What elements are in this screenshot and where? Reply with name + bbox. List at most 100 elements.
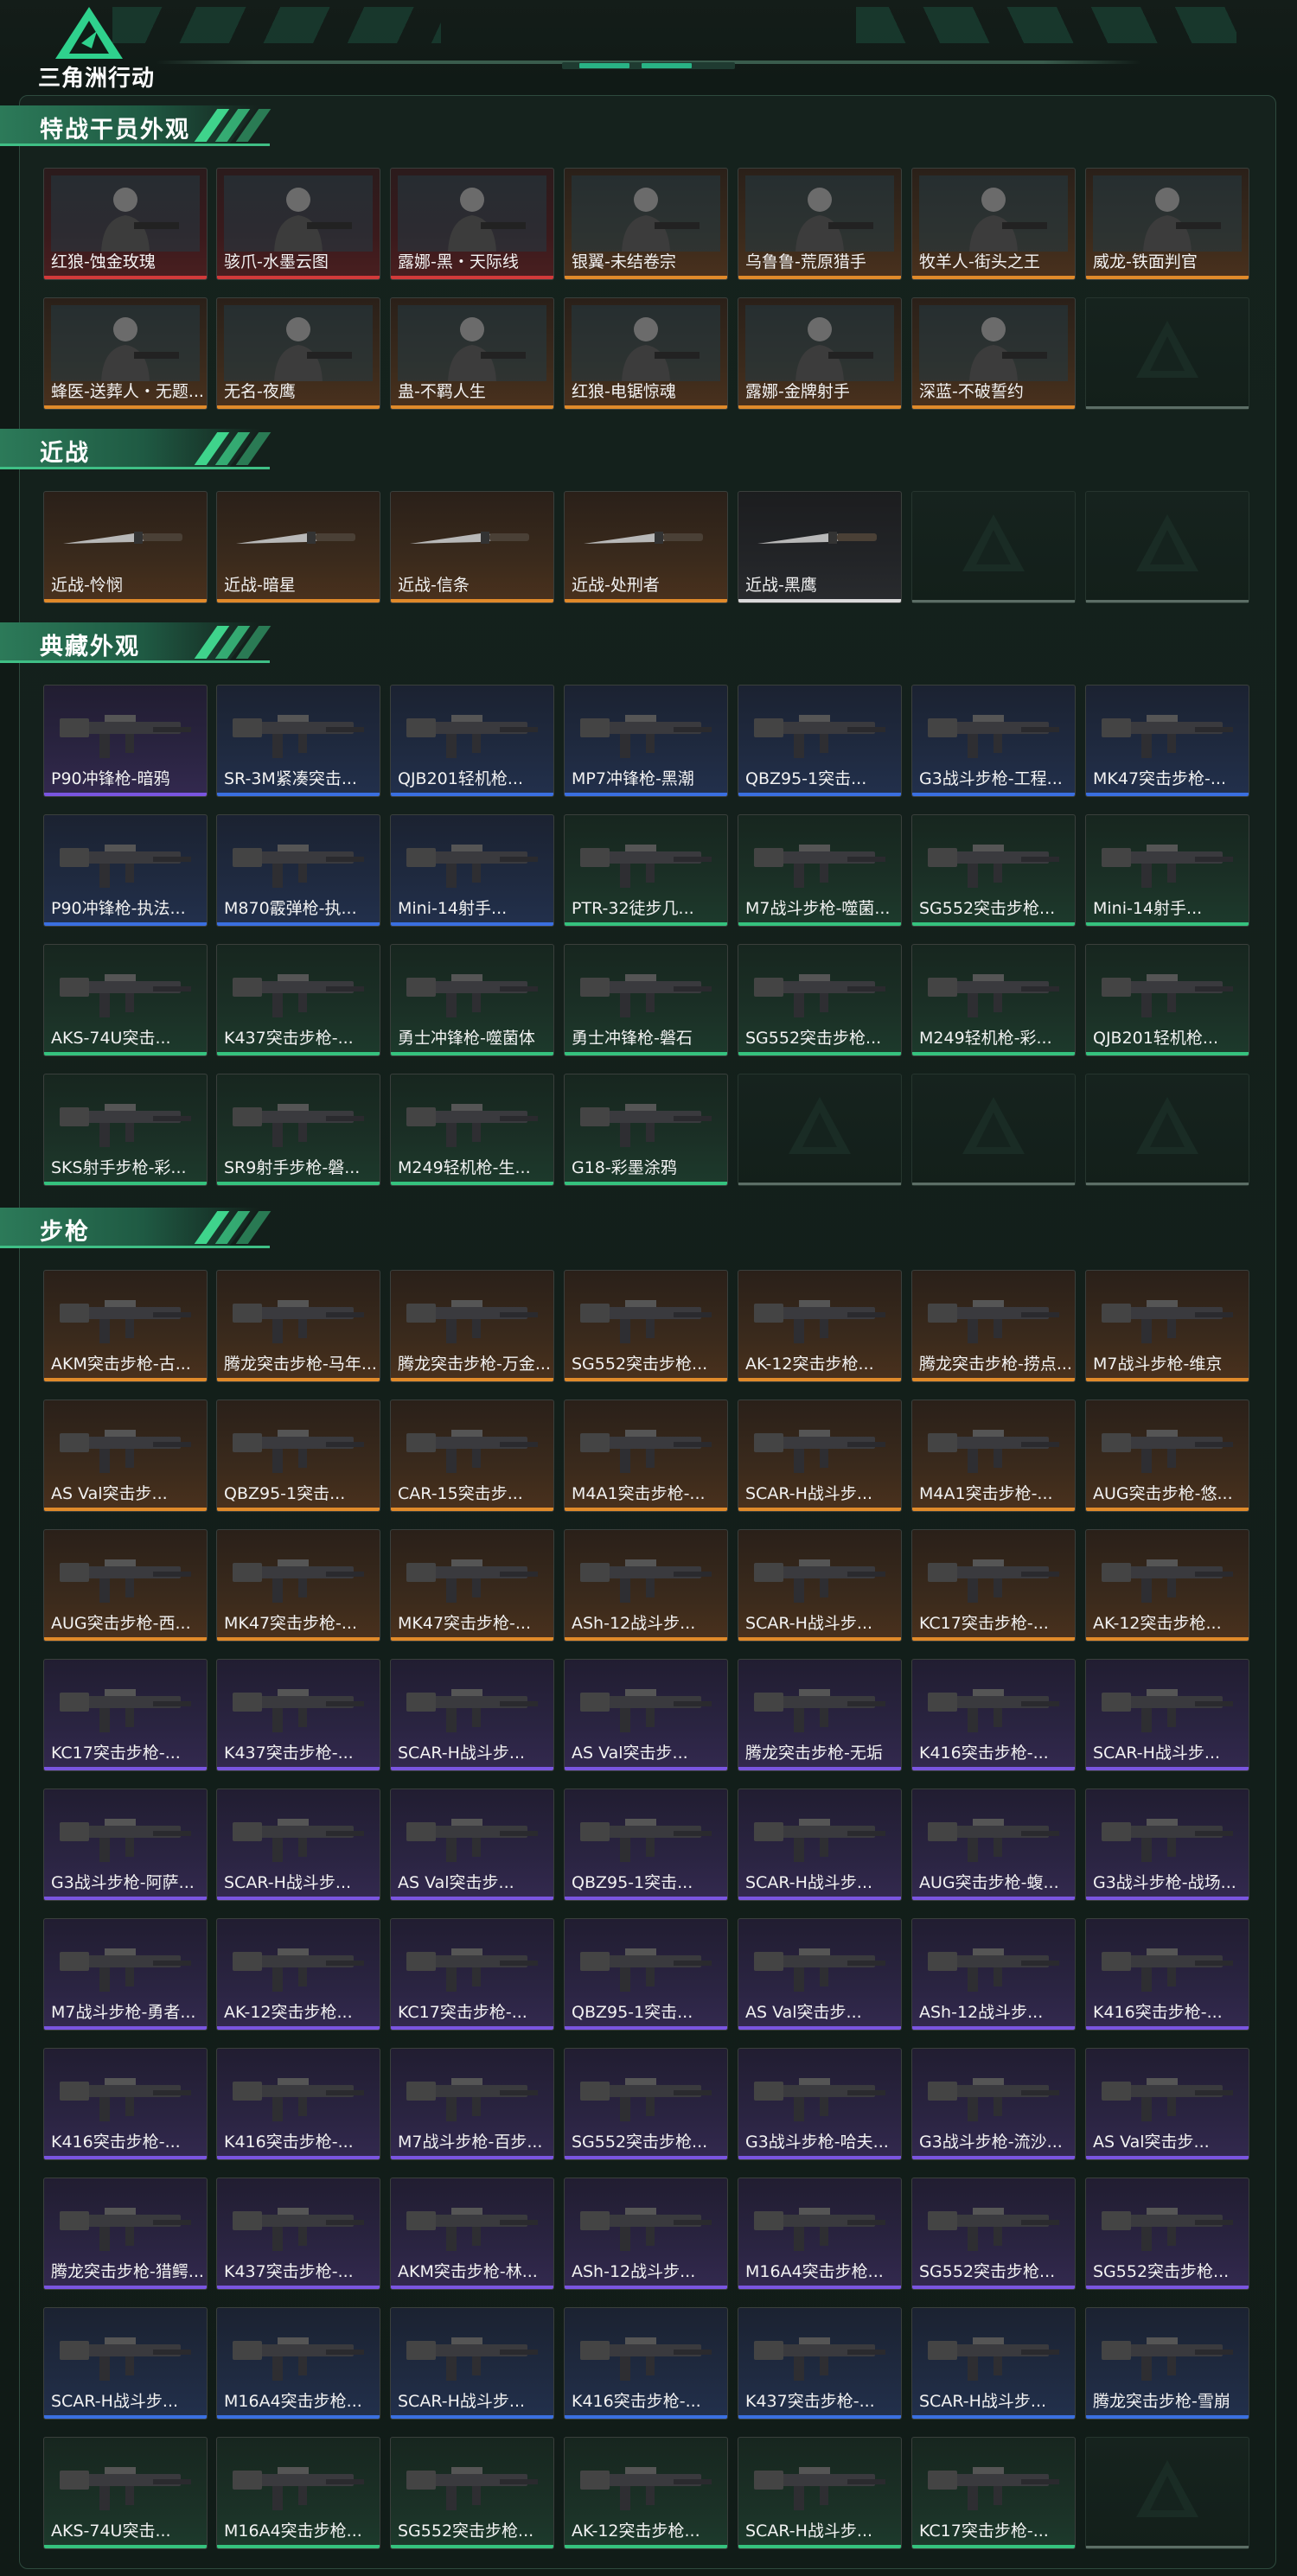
item-card[interactable]: M249轻机枪-生...: [390, 1074, 554, 1186]
item-card[interactable]: QBZ95-1突击...: [216, 1400, 380, 1512]
item-card[interactable]: AK-12突击步枪...: [738, 1270, 902, 1382]
item-card[interactable]: SG552突击步枪...: [564, 2048, 728, 2160]
item-card[interactable]: SG552突击步枪...: [1085, 2177, 1249, 2290]
item-card[interactable]: SCAR-H战斗步...: [911, 2307, 1076, 2420]
item-card[interactable]: AUG突击步枪-西...: [43, 1529, 208, 1642]
item-card[interactable]: 牧羊人-街头之王: [911, 168, 1076, 280]
item-card[interactable]: AK-12突击步枪...: [216, 1918, 380, 2031]
item-card[interactable]: 红狼-电锯惊魂: [564, 297, 728, 410]
item-card[interactable]: SG552突击步枪...: [911, 2177, 1076, 2290]
item-card[interactable]: 深蓝-不破誓约: [911, 297, 1076, 410]
item-card[interactable]: P90冲锋枪-暗鸦: [43, 685, 208, 797]
item-card[interactable]: G3战斗步枪-流沙...: [911, 2048, 1076, 2160]
item-card[interactable]: K437突击步枪-...: [216, 944, 380, 1056]
item-card[interactable]: SCAR-H战斗步...: [390, 2307, 554, 2420]
item-card[interactable]: QBZ95-1突击...: [738, 685, 902, 797]
item-card[interactable]: SG552突击步枪...: [738, 944, 902, 1056]
item-card[interactable]: QBZ95-1突击...: [564, 1918, 728, 2031]
item-card[interactable]: M870霰弹枪-执...: [216, 814, 380, 927]
item-card[interactable]: MK47突击步枪-...: [1085, 685, 1249, 797]
item-card[interactable]: AS Val突击步...: [390, 1789, 554, 1901]
item-card[interactable]: KC17突击步枪-...: [43, 1659, 208, 1771]
item-card[interactable]: SCAR-H战斗步...: [43, 2307, 208, 2420]
item-card[interactable]: 红狼-蚀金玫瑰: [43, 168, 208, 280]
item-card[interactable]: G18-彩墨涂鸦: [564, 1074, 728, 1186]
item-card[interactable]: 银翼-未结卷宗: [564, 168, 728, 280]
item-card[interactable]: M16A4突击步枪...: [738, 2177, 902, 2290]
item-card[interactable]: AK-12突击步枪...: [1085, 1529, 1249, 1642]
item-card[interactable]: Mini-14射手...: [390, 814, 554, 927]
item-card[interactable]: AUG突击步枪-蝮...: [911, 1789, 1076, 1901]
item-card[interactable]: SCAR-H战斗步...: [390, 1659, 554, 1771]
item-card[interactable]: M4A1突击步枪-...: [564, 1400, 728, 1512]
item-card[interactable]: AKM突击步枪-古...: [43, 1270, 208, 1382]
item-card[interactable]: AKS-74U突击...: [43, 2437, 208, 2549]
item-card[interactable]: 露娜-黑・天际线: [390, 168, 554, 280]
item-card[interactable]: AS Val突击步...: [1085, 2048, 1249, 2160]
item-card[interactable]: SG552突击步枪...: [911, 814, 1076, 927]
item-card[interactable]: 近战-暗星: [216, 491, 380, 603]
item-card[interactable]: G3战斗步枪-阿萨...: [43, 1789, 208, 1901]
item-card[interactable]: 腾龙突击步枪-捞点...: [911, 1270, 1076, 1382]
item-card[interactable]: SKS射手步枪-彩...: [43, 1074, 208, 1186]
item-card[interactable]: MK47突击步枪-...: [216, 1529, 380, 1642]
item-card[interactable]: SCAR-H战斗步...: [738, 1789, 902, 1901]
item-card[interactable]: M7战斗步枪-噬菌...: [738, 814, 902, 927]
item-card[interactable]: M249轻机枪-彩...: [911, 944, 1076, 1056]
item-card[interactable]: M7战斗步枪-勇者...: [43, 1918, 208, 2031]
item-card[interactable]: M7战斗步枪-维京: [1085, 1270, 1249, 1382]
item-card[interactable]: K416突击步枪-...: [564, 2307, 728, 2420]
item-card[interactable]: QBZ95-1突击...: [564, 1789, 728, 1901]
item-card[interactable]: 露娜-金牌射手: [738, 297, 902, 410]
item-card[interactable]: 腾龙突击步枪-猎鳄...: [43, 2177, 208, 2290]
item-card[interactable]: M16A4突击步枪...: [216, 2437, 380, 2549]
item-card[interactable]: PTR-32徒步几...: [564, 814, 728, 927]
item-card[interactable]: SCAR-H战斗步...: [738, 1400, 902, 1512]
item-card[interactable]: SCAR-H战斗步...: [738, 1529, 902, 1642]
item-card[interactable]: AKM突击步枪-林...: [390, 2177, 554, 2290]
item-card[interactable]: AK-12突击步枪...: [564, 2437, 728, 2549]
item-card[interactable]: M16A4突击步枪...: [216, 2307, 380, 2420]
item-card[interactable]: G3战斗步枪-战场...: [1085, 1789, 1249, 1901]
item-card[interactable]: AS Val突击步...: [43, 1400, 208, 1512]
item-card[interactable]: AKS-74U突击...: [43, 944, 208, 1056]
item-card[interactable]: K437突击步枪-...: [216, 1659, 380, 1771]
item-card[interactable]: ASh-12战斗步...: [564, 2177, 728, 2290]
item-card[interactable]: SG552突击步枪...: [564, 1270, 728, 1382]
item-card[interactable]: 近战-怜悯: [43, 491, 208, 603]
item-card[interactable]: 无名-夜鹰: [216, 297, 380, 410]
item-card[interactable]: MP7冲锋枪-黑潮: [564, 685, 728, 797]
item-card[interactable]: QJB201轻机枪...: [390, 685, 554, 797]
item-card[interactable]: K437突击步枪-...: [216, 2177, 380, 2290]
item-card[interactable]: 蛊-不羁人生: [390, 297, 554, 410]
item-card[interactable]: 近战-黑鹰: [738, 491, 902, 603]
item-card[interactable]: MK47突击步枪-...: [390, 1529, 554, 1642]
item-card[interactable]: 近战-信条: [390, 491, 554, 603]
item-card[interactable]: G3战斗步枪-哈夫...: [738, 2048, 902, 2160]
item-card[interactable]: Mini-14射手...: [1085, 814, 1249, 927]
item-card[interactable]: QJB201轻机枪...: [1085, 944, 1249, 1056]
item-card[interactable]: SR9射手步枪-磐...: [216, 1074, 380, 1186]
item-card[interactable]: 腾龙突击步枪-万金...: [390, 1270, 554, 1382]
item-card[interactable]: 近战-处刑者: [564, 491, 728, 603]
item-card[interactable]: KC17突击步枪-...: [911, 2437, 1076, 2549]
item-card[interactable]: 勇士冲锋枪-磐石: [564, 944, 728, 1056]
item-card[interactable]: SG552突击步枪...: [390, 2437, 554, 2549]
item-card[interactable]: G3战斗步枪-工程...: [911, 685, 1076, 797]
item-card[interactable]: K416突击步枪-...: [1085, 1918, 1249, 2031]
item-card[interactable]: SR-3M紧凑突击...: [216, 685, 380, 797]
item-card[interactable]: K416突击步枪-...: [911, 1659, 1076, 1771]
item-card[interactable]: SCAR-H战斗步...: [738, 2437, 902, 2549]
item-card[interactable]: M7战斗步枪-百步...: [390, 2048, 554, 2160]
item-card[interactable]: K416突击步枪-...: [43, 2048, 208, 2160]
item-card[interactable]: SCAR-H战斗步...: [1085, 1659, 1249, 1771]
item-card[interactable]: 乌鲁鲁-荒原猎手: [738, 168, 902, 280]
item-card[interactable]: AUG突击步枪-悠...: [1085, 1400, 1249, 1512]
item-card[interactable]: ASh-12战斗步...: [564, 1529, 728, 1642]
item-card[interactable]: AS Val突击步...: [564, 1659, 728, 1771]
item-card[interactable]: 威龙-铁面判官: [1085, 168, 1249, 280]
item-card[interactable]: KC17突击步枪-...: [390, 1918, 554, 2031]
item-card[interactable]: K416突击步枪-...: [216, 2048, 380, 2160]
item-card[interactable]: 腾龙突击步枪-雪崩: [1085, 2307, 1249, 2420]
item-card[interactable]: AS Val突击步...: [738, 1918, 902, 2031]
